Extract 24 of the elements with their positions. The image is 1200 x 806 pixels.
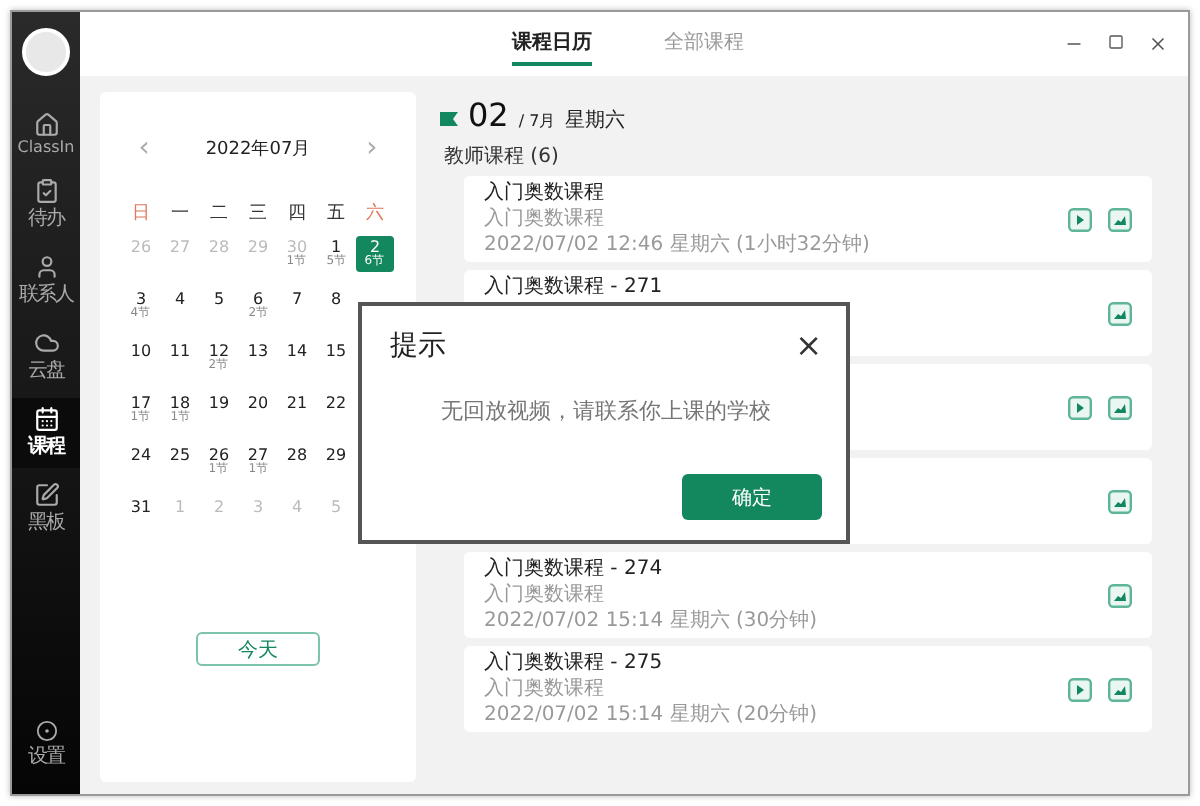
course-title: 入门奥数课程 bbox=[484, 180, 606, 206]
weekday-label: 星期六 bbox=[565, 107, 626, 134]
course-time: 2022/07/02 15:14 星期六 (20分钟) bbox=[484, 702, 820, 728]
weekday-label: 六 bbox=[364, 201, 386, 228]
dialog-title: 提示 bbox=[390, 327, 446, 363]
course-subtitle: 入门奥数课程 bbox=[484, 582, 606, 608]
weekday-label: 二 bbox=[208, 202, 230, 228]
weekday-label: 日 bbox=[130, 202, 152, 228]
month-label: / 7月 bbox=[518, 110, 556, 132]
course-subtitle: 入门奥数课程 bbox=[484, 676, 606, 702]
course-title: 入门奥数课程 - 275 bbox=[484, 650, 665, 676]
course-time: 2022/07/02 12:46 星期六 (1小时32分钟) bbox=[484, 232, 872, 258]
section-title: 教师课程 (6) bbox=[444, 144, 561, 170]
course-subtitle: 入门奥数课程 bbox=[484, 206, 606, 232]
month-title: 2022年07月 bbox=[205, 137, 311, 161]
weekday-label: 三 bbox=[247, 202, 269, 228]
weekday-label: 四 bbox=[286, 202, 308, 228]
weekday-label: 五 bbox=[325, 202, 347, 228]
course-title: 入门奥数课程 - 271 bbox=[484, 274, 665, 300]
course-time: 2022/07/02 15:14 星期六 (30分钟) bbox=[484, 608, 820, 634]
weekday-label: 一 bbox=[169, 202, 191, 228]
day-number: 02 bbox=[468, 96, 509, 134]
dialog-message: 无回放视频，请联系你上课的学校 bbox=[439, 396, 773, 426]
course-title: 入门奥数课程 - 274 bbox=[484, 556, 665, 582]
